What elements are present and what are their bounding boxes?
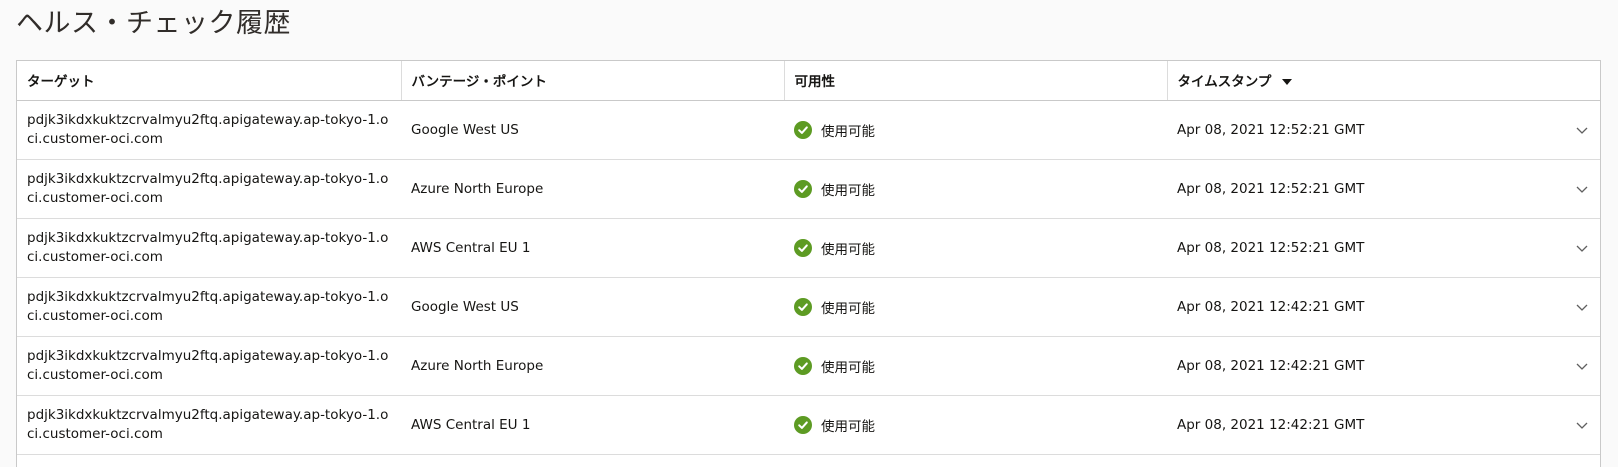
chevron-down-icon[interactable]	[1574, 417, 1590, 433]
availability-cell: 使用可能	[784, 336, 1167, 396]
health-check-table: ターゲット バンテージ・ポイント 可用性 タイムスタンプ pdjk3ikdxku…	[16, 60, 1601, 467]
status-text: 使用可能	[821, 300, 875, 317]
timestamp-text: Apr 08, 2021 12:42:21 GMT	[1177, 298, 1365, 315]
chevron-down-icon[interactable]	[1574, 358, 1590, 374]
status-text: 使用可能	[821, 241, 875, 258]
table-row[interactable]: pdjk3ikdxkuktzcrvalmyu2ftq.apigateway.ap…	[17, 277, 1600, 337]
check-circle-icon	[794, 356, 812, 375]
status-text: 使用可能	[821, 418, 875, 435]
check-circle-icon	[794, 238, 812, 257]
timestamp-cell: Apr 08, 2021 12:42:21 GMT	[1167, 395, 1600, 455]
column-header-target[interactable]: ターゲット	[17, 61, 402, 101]
check-circle-icon	[794, 120, 812, 139]
chevron-down-icon[interactable]	[1574, 122, 1590, 138]
timestamp-text: Apr 08, 2021 12:42:21 GMT	[1177, 416, 1365, 433]
availability-cell: 使用可能	[784, 159, 1167, 219]
target-cell: pdjk3ikdxkuktzcrvalmyu2ftq.apigateway.ap…	[17, 100, 401, 160]
column-header-timestamp[interactable]: タイムスタンプ	[1167, 61, 1600, 101]
timestamp-cell: Apr 08, 2021 12:42:21 GMT	[1167, 277, 1600, 337]
table-row[interactable]: pdjk3ikdxkuktzcrvalmyu2ftq.apigateway.ap…	[17, 159, 1600, 219]
target-cell: pdjk3ikdxkuktzcrvalmyu2ftq.apigateway.ap…	[17, 395, 401, 455]
availability-cell: 使用可能	[784, 100, 1167, 160]
timestamp-text: Apr 08, 2021 12:52:21 GMT	[1177, 121, 1365, 138]
check-circle-icon	[794, 179, 812, 198]
table-header-row: ターゲット バンテージ・ポイント 可用性 タイムスタンプ	[17, 61, 1600, 101]
chevron-down-icon[interactable]	[1574, 181, 1590, 197]
vantage-point-cell: Azure North Europe	[401, 336, 784, 396]
column-header-availability[interactable]: 可用性	[784, 61, 1168, 101]
target-cell: pdjk3ikdxkuktzcrvalmyu2ftq.apigateway.ap…	[17, 277, 401, 337]
health-check-history-page: ヘルス・チェック履歴 ターゲット バンテージ・ポイント 可用性 タイムスタンプ	[0, 0, 1618, 467]
timestamp-text: Apr 08, 2021 12:42:21 GMT	[1177, 357, 1365, 374]
timestamp-cell: Apr 08, 2021 12:52:21 GMT	[1167, 100, 1600, 160]
vantage-point-cell: AWS Central EU 1	[401, 395, 784, 455]
timestamp-cell: Apr 08, 2021 12:52:21 GMT	[1167, 159, 1600, 219]
table-row[interactable]: pdjk3ikdxkuktzcrvalmyu2ftq.apigateway.ap…	[17, 218, 1600, 278]
check-circle-icon	[794, 297, 812, 316]
availability-cell: 使用可能	[784, 277, 1167, 337]
vantage-point-cell: Google West US	[401, 277, 784, 337]
timestamp-text: Apr 08, 2021 12:52:21 GMT	[1177, 180, 1365, 197]
table-row[interactable]: pdjk3ikdxkuktzcrvalmyu2ftq.apigateway.ap…	[17, 100, 1600, 160]
timestamp-cell: Apr 08, 2021 12:52:21 GMT	[1167, 218, 1600, 278]
chevron-down-icon[interactable]	[1574, 299, 1590, 315]
status-text: 使用可能	[821, 123, 875, 140]
caret-down-icon[interactable]	[1282, 79, 1293, 86]
target-cell: pdjk3ikdxkuktzcrvalmyu2ftq.apigateway.ap…	[17, 159, 401, 219]
status-text: 使用可能	[821, 359, 875, 376]
chevron-down-icon[interactable]	[1574, 240, 1590, 256]
page-title: ヘルス・チェック履歴	[16, 8, 291, 39]
timestamp-cell: Apr 08, 2021 12:42:21 GMT	[1167, 336, 1600, 396]
column-header-vantage-point[interactable]: バンテージ・ポイント	[401, 61, 785, 101]
status-text: 使用可能	[821, 182, 875, 199]
vantage-point-cell: Google West US	[401, 100, 784, 160]
table-row[interactable]: pdjk3ikdxkuktzcrvalmyu2ftq.apigateway.ap…	[17, 395, 1600, 455]
check-circle-icon	[794, 415, 812, 434]
table-body: pdjk3ikdxkuktzcrvalmyu2ftq.apigateway.ap…	[17, 100, 1600, 455]
vantage-point-cell: Azure North Europe	[401, 159, 784, 219]
availability-cell: 使用可能	[784, 218, 1167, 278]
availability-cell: 使用可能	[784, 395, 1167, 455]
target-cell: pdjk3ikdxkuktzcrvalmyu2ftq.apigateway.ap…	[17, 336, 401, 396]
vantage-point-cell: AWS Central EU 1	[401, 218, 784, 278]
table-row[interactable]: pdjk3ikdxkuktzcrvalmyu2ftq.apigateway.ap…	[17, 336, 1600, 396]
timestamp-text: Apr 08, 2021 12:52:21 GMT	[1177, 239, 1365, 256]
target-cell: pdjk3ikdxkuktzcrvalmyu2ftq.apigateway.ap…	[17, 218, 401, 278]
